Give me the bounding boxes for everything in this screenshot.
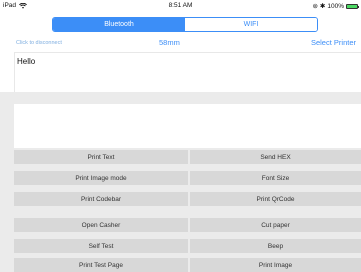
battery-percent: 100% bbox=[327, 2, 344, 10]
send-hex-button[interactable]: Send HEX bbox=[190, 150, 361, 164]
disconnect-link[interactable]: Click to disconnect bbox=[16, 40, 62, 46]
battery-level bbox=[347, 4, 357, 8]
print-text-value: Hello bbox=[17, 57, 36, 66]
paper-size-selector[interactable]: 58mm bbox=[159, 38, 180, 47]
print-image-button[interactable]: Print Image bbox=[190, 258, 361, 272]
status-right: ⊚ ✱ 100% bbox=[312, 2, 359, 10]
separator-band bbox=[14, 92, 361, 104]
print-test-page-button[interactable]: Print Test Page bbox=[14, 258, 188, 272]
print-codebar-button[interactable]: Print Codebar bbox=[14, 192, 188, 206]
beep-button[interactable]: Beep bbox=[190, 239, 361, 253]
font-size-button[interactable]: Font Size bbox=[190, 171, 361, 185]
location-icon: ⊚ bbox=[312, 3, 318, 10]
print-text-input[interactable]: Hello bbox=[14, 52, 361, 92]
connection-tabs: Bluetooth WIFI bbox=[52, 17, 318, 32]
print-image-mode-button[interactable]: Print Image mode bbox=[14, 171, 188, 185]
button-grid bbox=[14, 148, 361, 272]
select-printer-button[interactable]: Select Printer bbox=[311, 38, 356, 47]
cut-paper-button[interactable]: Cut paper bbox=[190, 218, 361, 232]
status-time: 8:51 AM bbox=[168, 2, 193, 9]
tab-wifi[interactable]: WIFI bbox=[185, 18, 317, 31]
battery-icon bbox=[346, 3, 359, 9]
print-text-button[interactable]: Print Text bbox=[14, 150, 188, 164]
left-gutter bbox=[0, 92, 14, 272]
status-bar: iPad 8:51 AM ⊚ ✱ 100% bbox=[0, 0, 361, 12]
self-test-button[interactable]: Self Test bbox=[14, 239, 188, 253]
tab-bluetooth[interactable]: Bluetooth bbox=[53, 18, 185, 31]
open-casher-button[interactable]: Open Casher bbox=[14, 218, 188, 232]
print-qrcode-button[interactable]: Print QrCode bbox=[190, 192, 361, 206]
bluetooth-icon: ✱ bbox=[319, 3, 326, 10]
blank-panel bbox=[14, 104, 361, 148]
